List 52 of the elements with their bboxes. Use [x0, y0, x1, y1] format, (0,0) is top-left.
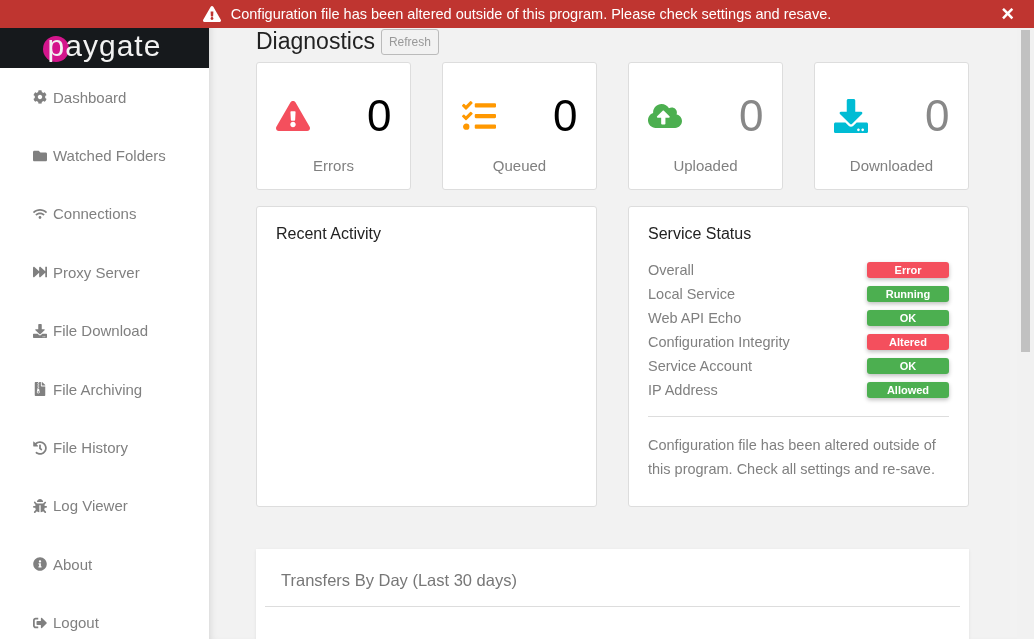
status-badge: OK	[867, 358, 949, 374]
close-button[interactable]: ×	[1001, 4, 1014, 24]
sidebar-item[interactable]: Log Viewer	[0, 476, 209, 536]
sidebar-item[interactable]: Logout	[0, 593, 209, 639]
panel-title: Recent Activity	[276, 225, 382, 243]
sidebar-item[interactable]: Watched Folders	[0, 126, 209, 185]
refresh-button[interactable]: Refresh	[380, 28, 439, 55]
status-label: Web API Echo	[648, 310, 742, 326]
download-icon	[33, 323, 47, 338]
stat-label: Uploaded	[673, 157, 738, 174]
archive-icon	[33, 382, 47, 397]
stat-value: 0	[553, 91, 578, 141]
stat-label: Errors	[313, 157, 354, 174]
status-label: Overall	[648, 262, 694, 278]
stat-value: 0	[925, 91, 950, 141]
status-label: Local Service	[648, 286, 736, 302]
stat-value: 0	[367, 91, 392, 141]
sidebar-item[interactable]: File History	[0, 418, 209, 477]
download-icon	[833, 99, 868, 133]
checklist-icon	[461, 99, 496, 133]
info-icon	[33, 557, 47, 572]
card-title: Transfers By Day (Last 30 days)	[265, 571, 960, 607]
status-label: Configuration Integrity	[648, 334, 790, 350]
wifi-icon	[33, 206, 47, 221]
stat-value: 0	[739, 91, 764, 141]
sidebar-item[interactable]: File Archiving	[0, 359, 209, 419]
history-icon	[33, 440, 47, 455]
folder-icon	[33, 148, 47, 163]
sidebar-item[interactable]: About	[0, 535, 209, 594]
sidebar-item[interactable]: Connections	[0, 184, 209, 244]
status-badge: Allowed	[867, 382, 949, 398]
sidebar-item[interactable]: Proxy Server	[0, 243, 209, 302]
status-badge: OK	[867, 310, 949, 326]
stat-label: Queued	[492, 157, 547, 174]
status-badge: Error	[867, 262, 949, 278]
stat-label: Downloaded	[849, 157, 934, 174]
status-label: Service Account	[648, 358, 752, 374]
forward-icon	[33, 265, 47, 280]
status-badge: Altered	[867, 334, 949, 350]
alert-message: Configuration file has been altered outside of this program. Please check settings and resave.	[230, 6, 832, 22]
status-label: IP Address	[648, 382, 718, 398]
panel-title: Service Status	[648, 225, 753, 243]
status-badge: Running	[867, 286, 949, 302]
warning-icon	[202, 5, 221, 23]
sidebar-item[interactable]: File Download	[0, 301, 209, 360]
logout-icon	[33, 615, 47, 630]
status-note: Configuration file has been altered outside of this program. Check all settings and re-save.	[648, 436, 937, 479]
page-title: Diagnostics	[256, 28, 375, 55]
sidebar-item[interactable]: Dashboard	[0, 68, 209, 127]
warning-icon	[275, 99, 310, 133]
bug-icon	[33, 498, 47, 513]
gear-icon	[33, 90, 47, 105]
